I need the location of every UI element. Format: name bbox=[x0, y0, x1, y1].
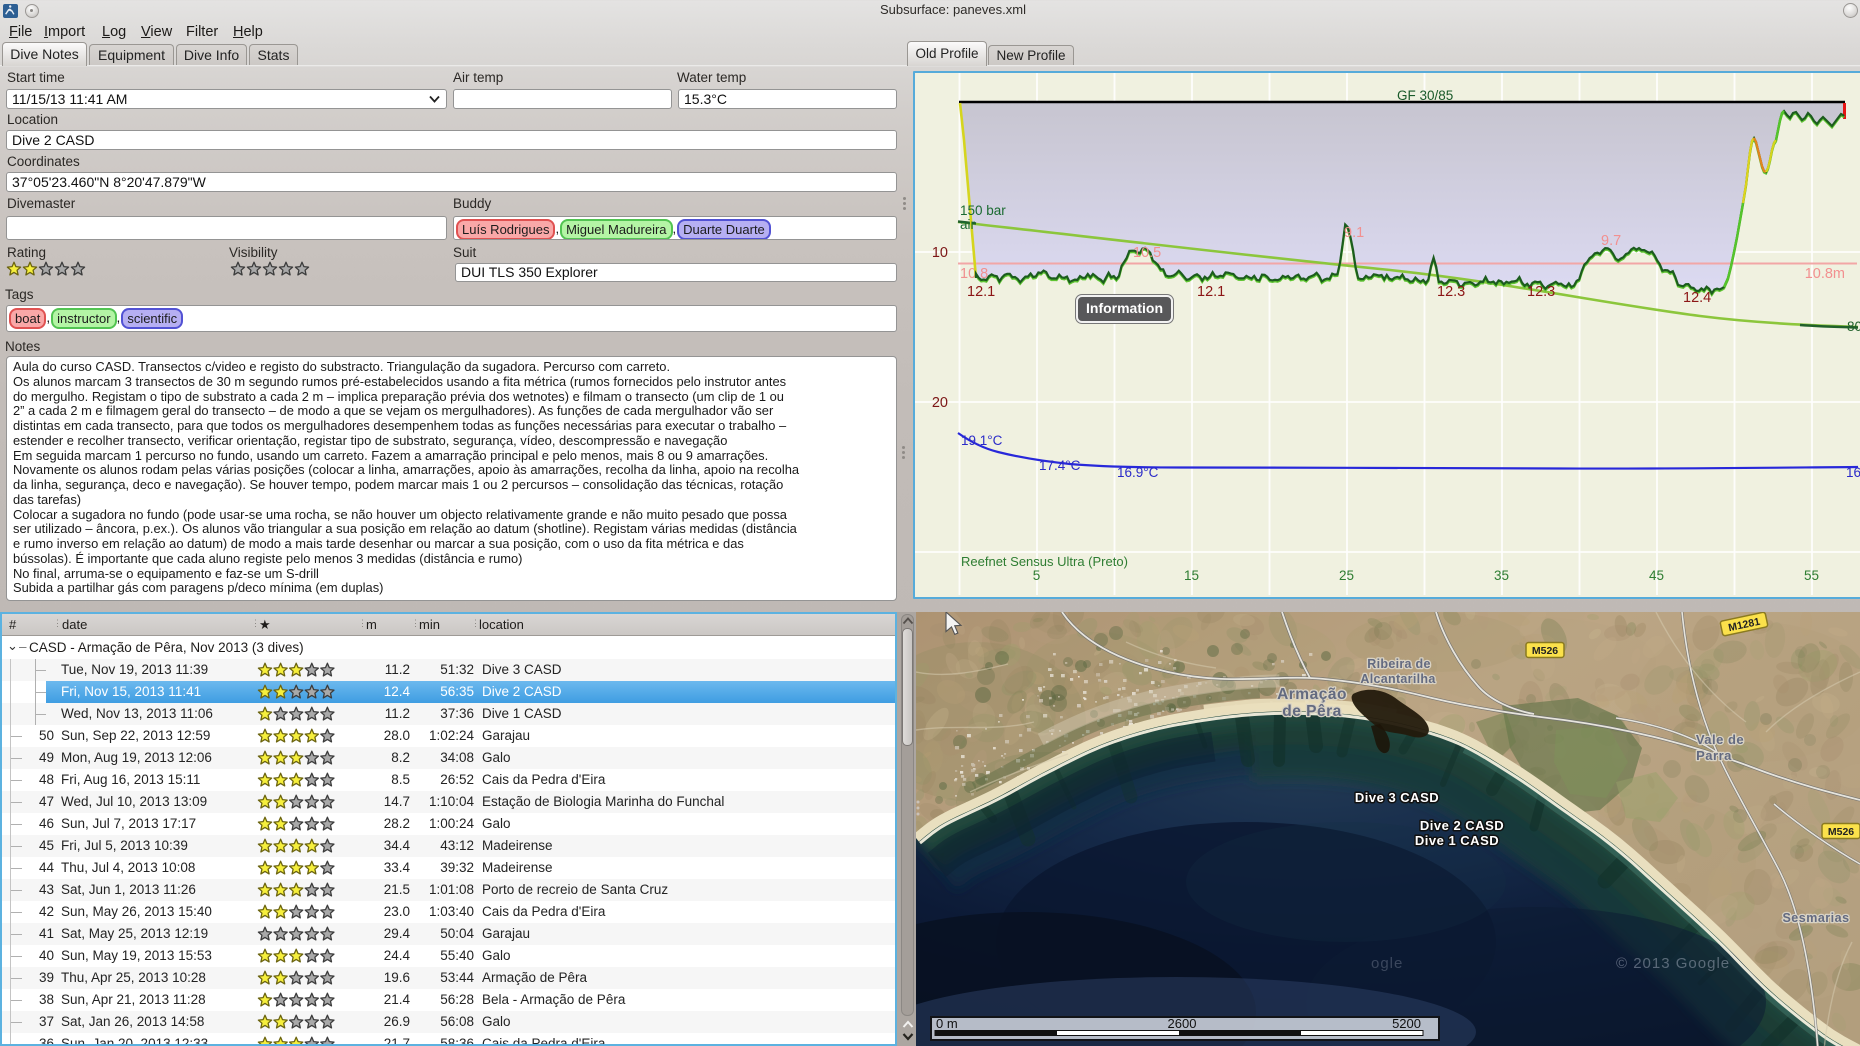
svg-text:12.1: 12.1 bbox=[967, 284, 995, 300]
svg-text:150 bar: 150 bar bbox=[960, 203, 1006, 218]
svg-text:Ribeira de: Ribeira de bbox=[1367, 657, 1430, 671]
svg-text:19.1°C: 19.1°C bbox=[961, 433, 1003, 448]
svg-text:5: 5 bbox=[1033, 568, 1041, 583]
svg-text:Reefnet Sensus Ultra (Preto): Reefnet Sensus Ultra (Preto) bbox=[961, 554, 1128, 569]
svg-text:0 m: 0 m bbox=[936, 1016, 958, 1031]
svg-text:Alcantarilha: Alcantarilha bbox=[1360, 672, 1436, 686]
svg-text:45: 45 bbox=[1649, 568, 1664, 583]
svg-text:12.3: 12.3 bbox=[1437, 284, 1465, 300]
svg-text:M526: M526 bbox=[1532, 645, 1558, 657]
svg-text:Parra: Parra bbox=[1696, 748, 1732, 763]
svg-text:12.4: 12.4 bbox=[1683, 290, 1711, 306]
svg-text:16.: 16. bbox=[1846, 465, 1860, 480]
svg-text:de Pêra: de Pêra bbox=[1282, 703, 1342, 720]
svg-text:9.7: 9.7 bbox=[1601, 233, 1621, 249]
svg-text:25: 25 bbox=[1339, 568, 1354, 583]
svg-text:12.1: 12.1 bbox=[1197, 284, 1225, 300]
svg-text:Armação: Armação bbox=[1277, 686, 1347, 703]
svg-text:10.8m: 10.8m bbox=[1805, 266, 1845, 282]
svg-text:GF 30/85: GF 30/85 bbox=[1397, 88, 1453, 103]
svg-text:Dive 1 CASD: Dive 1 CASD bbox=[1415, 833, 1499, 848]
svg-text:15: 15 bbox=[1184, 568, 1199, 583]
svg-text:M526: M526 bbox=[1828, 826, 1854, 838]
svg-text:80: 80 bbox=[1847, 319, 1860, 334]
svg-text:air: air bbox=[960, 217, 976, 232]
svg-text:10.5: 10.5 bbox=[1133, 245, 1161, 261]
svg-text:© 2013 Google: © 2013 Google bbox=[1616, 955, 1730, 972]
svg-text:Sesmarias: Sesmarias bbox=[1782, 911, 1849, 925]
svg-text:12.3: 12.3 bbox=[1527, 284, 1555, 300]
svg-text:9.1: 9.1 bbox=[1344, 225, 1364, 241]
svg-text:35: 35 bbox=[1494, 568, 1509, 583]
svg-text:16.9°C: 16.9°C bbox=[1117, 465, 1159, 480]
svg-text:Dive 2 CASD: Dive 2 CASD bbox=[1420, 818, 1504, 833]
svg-text:17.4°C: 17.4°C bbox=[1039, 458, 1081, 473]
svg-text:10: 10 bbox=[932, 245, 948, 261]
svg-text:55: 55 bbox=[1804, 568, 1819, 583]
svg-text:20: 20 bbox=[932, 395, 948, 411]
svg-text:Dive 3 CASD: Dive 3 CASD bbox=[1355, 790, 1439, 805]
svg-text:5200: 5200 bbox=[1392, 1016, 1421, 1031]
svg-text:Vale de: Vale de bbox=[1696, 732, 1744, 747]
svg-text:ogle: ogle bbox=[1371, 955, 1403, 972]
svg-text:2600: 2600 bbox=[1168, 1016, 1197, 1031]
